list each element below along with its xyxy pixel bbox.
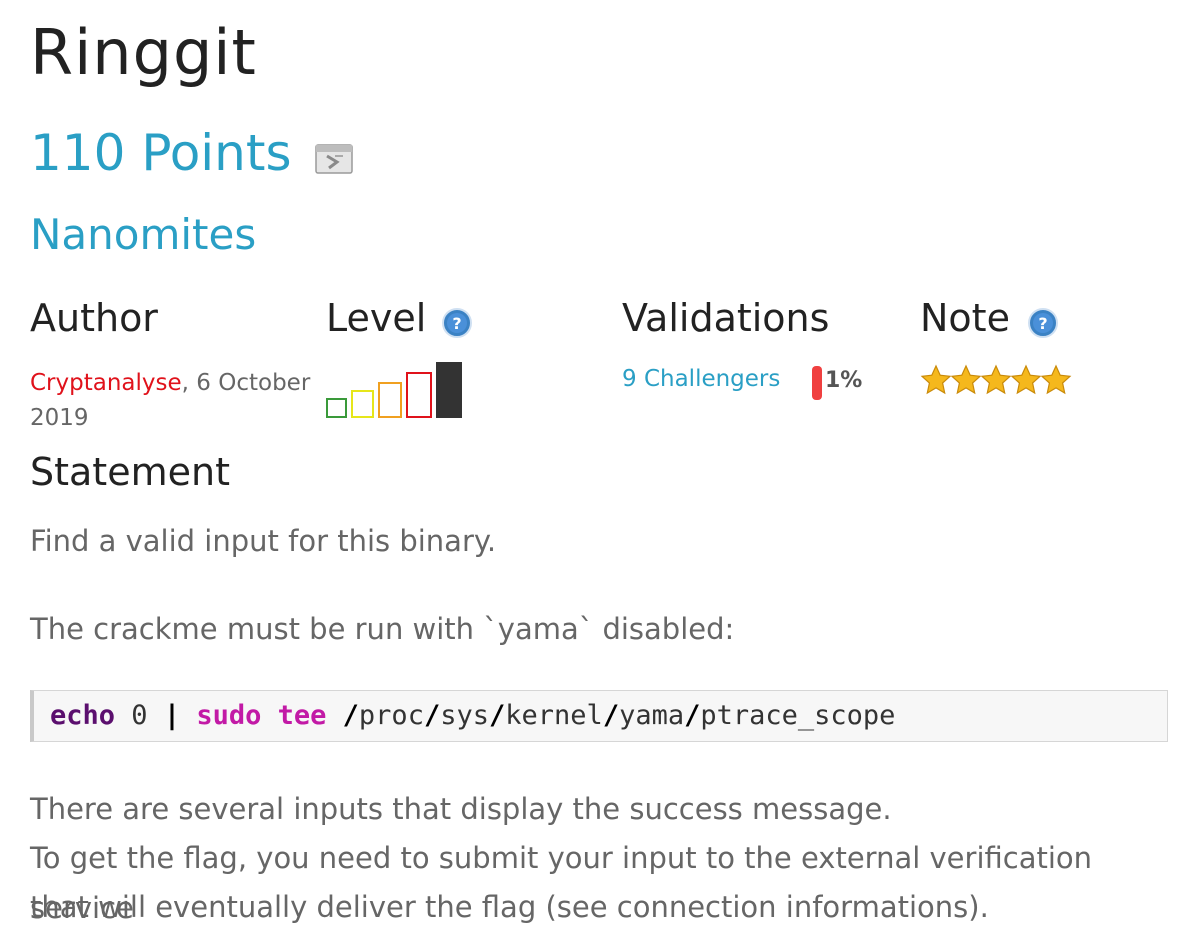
code-sudo: sudo: [180, 700, 262, 731]
challenge-category[interactable]: Nanomites: [30, 210, 256, 259]
challenge-title: Ringgit: [30, 16, 257, 89]
statement-line-2: The crackme must be run with `yama` disa…: [30, 612, 735, 646]
level-bar-3: [378, 382, 402, 418]
author-separator: ,: [181, 370, 197, 396]
level-bar-2: [351, 390, 374, 418]
code-tee: tee: [261, 700, 327, 731]
code-echo: echo: [50, 700, 116, 731]
svg-text:?: ?: [452, 314, 461, 333]
star-icon: [1040, 364, 1072, 395]
svg-text:?: ?: [1038, 314, 1047, 333]
statement-line-3: There are several inputs that display th…: [30, 792, 892, 826]
code-pipe: |: [163, 700, 181, 731]
author-heading: Author: [30, 296, 158, 340]
statement-line-5: that will eventually deliver the flag (s…: [30, 890, 989, 924]
challenge-link-icon[interactable]: [315, 142, 353, 176]
code-zero: 0: [115, 700, 164, 731]
code-path-ptrace: ptrace_scope: [700, 700, 896, 731]
challengers-link[interactable]: 9 Challengers: [622, 366, 780, 392]
author-info: Cryptanalyse, 6 October 2019: [30, 366, 330, 436]
star-icon: [950, 364, 982, 395]
code-command: echo 0 | sudo tee /proc/sys/kernel/yama/…: [50, 700, 896, 731]
level-bar-5: [436, 362, 462, 418]
code-block: echo 0 | sudo tee /proc/sys/kernel/yama/…: [30, 690, 1168, 742]
level-bar-1: [326, 398, 347, 418]
code-path-sys: sys: [440, 700, 489, 731]
star-icon: [920, 364, 952, 395]
star-icon: [1010, 364, 1042, 395]
code-path-yama: yama: [619, 700, 685, 731]
level-indicator: [326, 362, 462, 418]
author-link[interactable]: Cryptanalyse: [30, 370, 182, 396]
star-icon: [980, 364, 1012, 395]
level-help-icon[interactable]: ?: [442, 308, 472, 338]
validation-percent: 1%: [825, 368, 863, 393]
code-path-proc: proc: [358, 700, 424, 731]
note-help-icon[interactable]: ?: [1028, 308, 1058, 338]
statement-line-1: Find a valid input for this binary.: [30, 524, 497, 558]
challenge-points: 110 Points: [30, 124, 292, 182]
validation-percent-bar: [812, 366, 822, 400]
level-bar-4: [406, 372, 432, 418]
statement-heading: Statement: [30, 450, 230, 494]
note-stars: [920, 364, 1072, 400]
level-heading: Level: [326, 296, 427, 340]
validations-heading: Validations: [622, 296, 830, 340]
code-path-kernel: kernel: [505, 700, 603, 731]
note-heading: Note: [920, 296, 1010, 340]
